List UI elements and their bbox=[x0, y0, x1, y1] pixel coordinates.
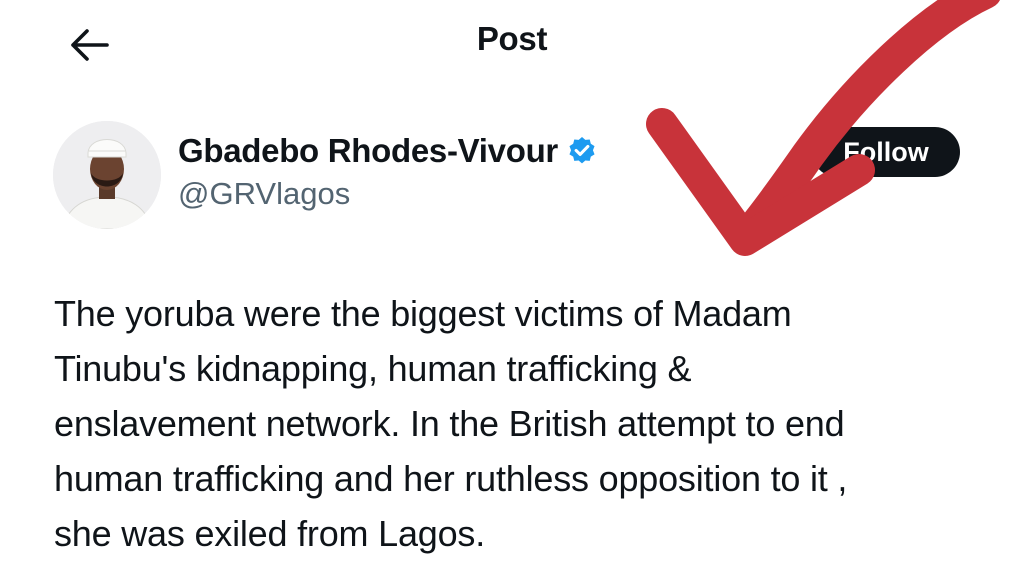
top-bar: Post bbox=[0, 0, 1024, 90]
post-text: The yoruba were the biggest victims of M… bbox=[54, 286, 994, 561]
author-avatar[interactable] bbox=[53, 121, 161, 229]
page-title: Post bbox=[476, 20, 548, 57]
more-options-button[interactable] bbox=[874, 26, 934, 66]
post-text-line: human trafficking and her ruthless oppos… bbox=[54, 458, 848, 499]
author-handle[interactable]: @GRVlagos bbox=[178, 176, 350, 212]
post-text-line: enslavement network. In the British atte… bbox=[54, 403, 845, 444]
more-dots-icon bbox=[884, 41, 924, 51]
avatar-image bbox=[53, 121, 161, 229]
verified-badge-icon bbox=[569, 137, 595, 164]
follow-button[interactable]: Follow bbox=[812, 127, 960, 177]
author-name-row: Gbadebo Rhodes-Vivour bbox=[178, 128, 598, 174]
author-name[interactable]: Gbadebo Rhodes-Vivour bbox=[178, 132, 558, 170]
post-text-line: The yoruba were the biggest victims of M… bbox=[54, 293, 792, 334]
post-text-line: Tinubu's kidnapping, human trafficking & bbox=[54, 348, 692, 389]
post-text-line: she was exiled from Lagos. bbox=[54, 513, 486, 554]
